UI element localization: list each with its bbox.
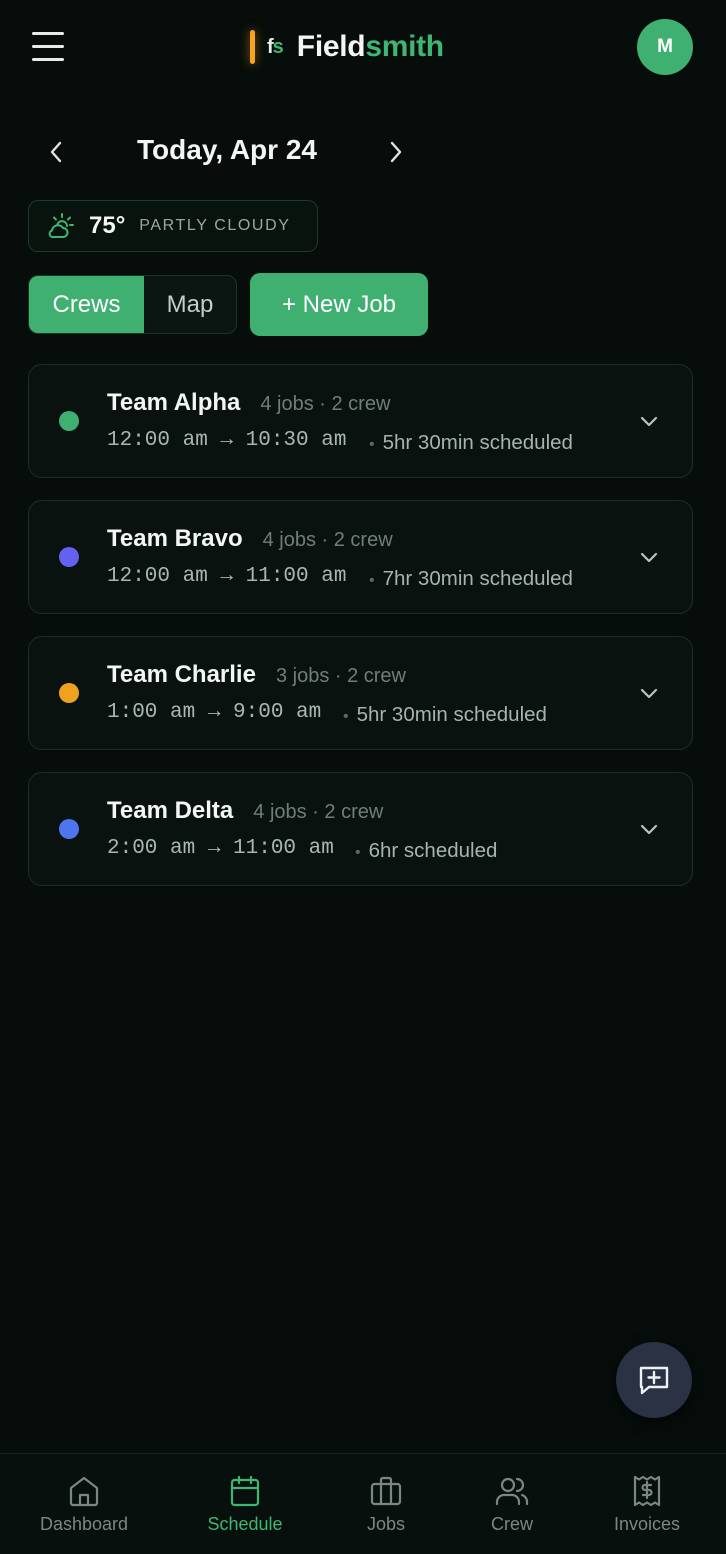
- nav-label: Jobs: [366, 1514, 406, 1534]
- bottom-navigation: Dashboard Schedule Jobs Crew Invoices: [0, 1453, 726, 1554]
- receipt-icon: [633, 1475, 661, 1507]
- crew-meta: 3 jobs · 2 crew: [275, 665, 407, 687]
- crew-meta: 4 jobs · 2 crew: [253, 801, 384, 823]
- brand-monogram-s: s: [272, 35, 284, 58]
- crews-view-tab[interactable]: Crews: [29, 276, 144, 333]
- nav-invoices[interactable]: Invoices: [602, 1454, 692, 1554]
- view-toggle: Crews Map: [28, 275, 237, 334]
- crew-name-row: Team Bravo 4 jobs · 2 crew: [107, 525, 393, 553]
- users-icon: [495, 1477, 529, 1506]
- crew-scheduled: 6hr scheduled: [368, 839, 498, 862]
- briefcase-icon: [370, 1476, 402, 1506]
- crew-color-dot: [59, 819, 79, 839]
- crew-card-charlie[interactable]: Team Charlie 3 jobs · 2 crew 1:00 am → 9:…: [28, 636, 693, 750]
- new-message-button[interactable]: [616, 1342, 692, 1418]
- user-avatar[interactable]: M: [637, 19, 693, 75]
- brand-name: Fieldsmith: [297, 30, 444, 64]
- home-icon: [69, 1476, 99, 1507]
- calendar-icon: [230, 1475, 260, 1507]
- nav-dashboard[interactable]: Dashboard: [34, 1454, 134, 1554]
- crew-scheduled: 5hr 30min scheduled: [356, 703, 547, 726]
- crew-scheduled-row: • 6hr scheduled: [355, 839, 497, 863]
- nav-label: Schedule: [207, 1514, 283, 1534]
- bullet-dot: •: [343, 708, 349, 725]
- nav-crew[interactable]: Crew: [472, 1454, 552, 1554]
- app-root: fs Fieldsmith M Today, Apr 24 75° PARTLY: [0, 0, 726, 1554]
- weather-temperature: 75°: [89, 212, 126, 239]
- chevron-right-icon: [390, 141, 402, 163]
- map-view-tab[interactable]: Map: [144, 276, 236, 333]
- chevron-down-icon[interactable]: [637, 409, 661, 433]
- brand-accent-bar: [250, 30, 255, 64]
- next-day-button[interactable]: [378, 134, 414, 170]
- crew-name: Team Bravo: [107, 525, 243, 552]
- bullet-dot: •: [355, 844, 361, 861]
- crew-name-row: Team Alpha 4 jobs · 2 crew: [107, 389, 390, 417]
- crew-color-dot: [59, 547, 79, 567]
- current-date-title: Today, Apr 24: [137, 134, 317, 165]
- crew-card-bravo[interactable]: Team Bravo 4 jobs · 2 crew 12:00 am → 11:…: [28, 500, 693, 614]
- crew-scheduled-row: • 5hr 30min scheduled: [369, 431, 573, 455]
- crew-card-alpha[interactable]: Team Alpha 4 jobs · 2 crew 12:00 am → 10:…: [28, 364, 693, 478]
- crew-list: Team Alpha 4 jobs · 2 crew 12:00 am → 10:…: [28, 364, 693, 908]
- crew-time-range: 1:00 am → 9:00 am: [107, 701, 322, 724]
- brand-name-part-a: Field: [296, 30, 366, 63]
- brand-name-part-b: smith: [365, 30, 444, 63]
- crew-scheduled: 7hr 30min scheduled: [382, 567, 573, 590]
- crew-meta: 4 jobs · 2 crew: [262, 529, 393, 551]
- nav-jobs[interactable]: Jobs: [346, 1454, 426, 1554]
- bullet-dot: •: [369, 436, 375, 453]
- nav-schedule[interactable]: Schedule: [195, 1454, 295, 1554]
- nav-label: Crew: [490, 1514, 533, 1534]
- crew-name: Team Charlie: [107, 661, 256, 688]
- date-navigator: Today, Apr 24: [30, 126, 420, 178]
- bullet-dot: •: [369, 572, 375, 589]
- chevron-down-icon[interactable]: [637, 681, 661, 705]
- partly-cloudy-icon: [48, 213, 74, 239]
- top-header: fs Fieldsmith M: [0, 0, 726, 96]
- crew-scheduled-row: • 5hr 30min scheduled: [343, 703, 547, 727]
- nav-label: Dashboard: [39, 1514, 129, 1534]
- weather-badge: 75° PARTLY CLOUDY: [28, 200, 318, 252]
- crew-name-row: Team Delta 4 jobs · 2 crew: [107, 797, 383, 825]
- brand-logo: fs Fieldsmith: [250, 26, 444, 68]
- brand-monogram: fs: [267, 35, 284, 59]
- chevron-down-icon[interactable]: [637, 817, 661, 841]
- crew-time-range: 12:00 am → 11:00 am: [107, 565, 347, 588]
- crew-name-row: Team Charlie 3 jobs · 2 crew: [107, 661, 406, 689]
- new-job-button[interactable]: + New Job: [250, 273, 428, 336]
- crew-name: Team Delta: [107, 797, 234, 824]
- crew-color-dot: [59, 683, 79, 703]
- crew-name: Team Alpha: [107, 389, 241, 416]
- weather-condition: PARTLY CLOUDY: [139, 217, 291, 234]
- crew-meta: 4 jobs · 2 crew: [260, 393, 391, 415]
- crew-time-range: 12:00 am → 10:30 am: [107, 429, 347, 452]
- crew-scheduled-row: • 7hr 30min scheduled: [369, 567, 573, 591]
- crew-scheduled: 5hr 30min scheduled: [382, 431, 573, 454]
- chevron-down-icon[interactable]: [637, 545, 661, 569]
- crew-color-dot: [59, 411, 79, 431]
- crew-card-delta[interactable]: Team Delta 4 jobs · 2 crew 2:00 am → 11:0…: [28, 772, 693, 886]
- nav-label: Invoices: [613, 1514, 681, 1534]
- hamburger-menu-icon[interactable]: [30, 30, 68, 62]
- crew-time-range: 2:00 am → 11:00 am: [107, 837, 334, 860]
- message-plus-icon: [639, 1366, 669, 1395]
